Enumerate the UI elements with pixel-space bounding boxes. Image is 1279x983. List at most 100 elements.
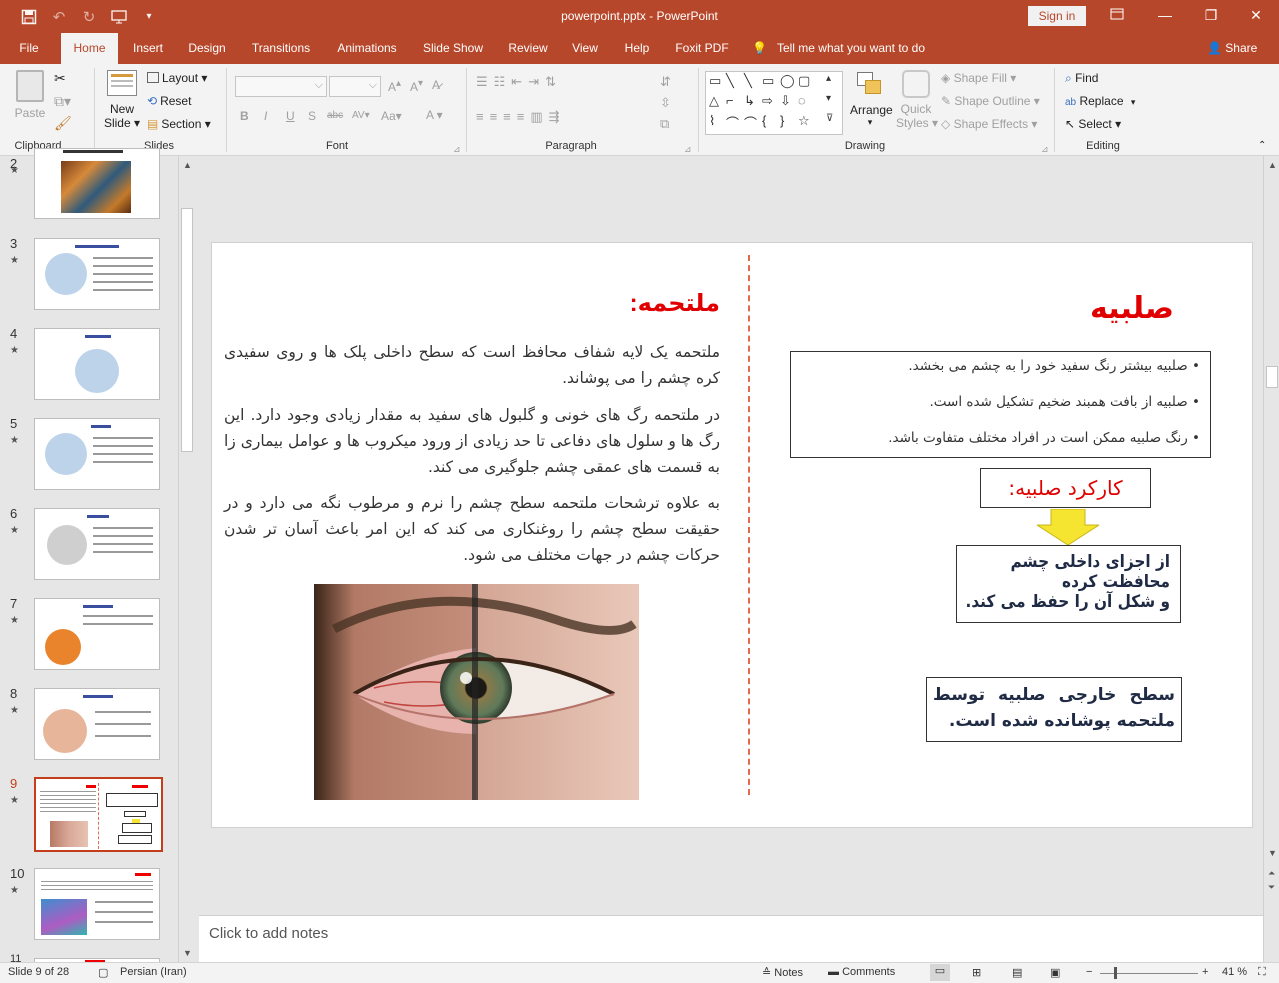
zoom-slider-thumb[interactable] [1114, 967, 1117, 979]
bullets-numbering-icons[interactable]: ☰☷⇤⇥⇅ [476, 74, 562, 90]
paragraph-dialog-launcher-icon[interactable]: ⊿ [684, 144, 692, 155]
undo-icon[interactable]: ↶ [48, 6, 70, 28]
previous-slide-icon[interactable]: ⏶ [1268, 868, 1275, 879]
format-painter-icon[interactable]: 🖌 [54, 115, 72, 132]
normal-view-icon[interactable]: ▭ [930, 964, 950, 981]
spellcheck-icon[interactable]: ▢ [98, 966, 108, 979]
shrink-font-icon[interactable]: A▾ [410, 78, 423, 94]
close-icon[interactable]: ✕ [1233, 0, 1279, 33]
minimize-icon[interactable]: — [1142, 0, 1188, 33]
slideshow-view-icon[interactable]: ▣ [1050, 966, 1060, 979]
align-text-icon[interactable]: ⇳ [660, 95, 671, 111]
slide-thumbnail-9[interactable] [34, 777, 163, 852]
font-family-combo[interactable]: ⌵ [235, 76, 327, 97]
scroll-up-icon[interactable]: ▲ [1268, 160, 1277, 170]
shape-outline-button[interactable]: ✎ Shape Outline ▾ [941, 94, 1040, 108]
slide-thumbnail-10[interactable] [34, 868, 160, 940]
tab-file[interactable]: File [8, 33, 50, 64]
editor-vertical-scrollbar[interactable]: ▲ ▼ ⏶ ⏷ [1263, 156, 1279, 962]
share-button[interactable]: 👤 Share [1207, 33, 1257, 64]
strikethrough-icon[interactable]: abc [327, 110, 343, 121]
save-icon[interactable] [18, 6, 40, 28]
slide-sorter-icon[interactable]: ⊞ [972, 966, 981, 979]
drawing-dialog-launcher-icon[interactable]: ⊿ [1041, 144, 1049, 155]
redo-icon[interactable]: ↻ [78, 6, 100, 28]
reset-button[interactable]: ⟲ Reset [147, 94, 191, 108]
ribbon-display-options-icon[interactable] [1094, 0, 1140, 33]
conjunctiva-paragraph-1[interactable]: ملتحمه یک لایه شفاف محافظ است که سطح داخ… [224, 339, 720, 391]
shapes-gallery[interactable]: ▭ ╲ ╲ ▭ ◯ ▢ △ ⌐ ↳ ⇨ ⇩ ◌ ⌇ ⌒ ⌒{} ☆ ▴ ▾ ⊽ [705, 71, 843, 135]
shape-fill-button[interactable]: ◈ Shape Fill ▾ [941, 71, 1016, 85]
font-size-combo[interactable]: ⌵ [329, 76, 381, 97]
scrollbar-thumb[interactable] [1266, 366, 1278, 388]
character-spacing-icon[interactable]: AV▾ [352, 110, 370, 121]
bold-icon[interactable]: B [240, 109, 249, 123]
underline-icon[interactable]: U [286, 109, 295, 123]
tell-me-search[interactable]: 💡 Tell me what you want to do [752, 33, 925, 64]
tab-insert[interactable]: Insert [126, 33, 170, 64]
scroll-down-icon[interactable]: ▼ [1268, 848, 1277, 858]
fit-to-window-icon[interactable]: ⛶ [1258, 966, 1266, 979]
scrollbar-thumb[interactable] [181, 208, 193, 452]
sclera-bullets-box[interactable]: • صلبیه بیشتر رنگ سفید خود را به چشم می … [790, 351, 1211, 458]
next-slide-icon[interactable]: ⏷ [1268, 882, 1275, 893]
reading-view-icon[interactable]: ▤ [1012, 966, 1022, 979]
new-slide-button[interactable]: New Slide ▾ [103, 70, 141, 130]
sclera-function-text-box[interactable]: از اجزای داخلی چشم محافظت کرده و شکل آن … [956, 545, 1181, 623]
conjunctiva-paragraph-3[interactable]: به علاوه ترشحات ملتحمه سطح چشم را نرم و … [224, 490, 720, 568]
scroll-up-icon[interactable]: ▲ [183, 160, 192, 170]
slide-canvas[interactable]: ملتحمه: ملتحمه یک لایه شفاف محافظ است که… [211, 242, 1253, 828]
thumbnail-scrollbar[interactable]: ▲ ▼ [178, 156, 194, 962]
tab-home[interactable]: Home [61, 33, 118, 64]
tab-review[interactable]: Review [503, 33, 553, 64]
text-shadow-icon[interactable]: S [308, 109, 316, 123]
font-color-icon[interactable]: A ▾ [426, 108, 443, 122]
tab-foxit-pdf[interactable]: Foxit PDF [670, 33, 734, 64]
italic-icon[interactable]: I [264, 109, 267, 123]
tab-slide-show[interactable]: Slide Show [418, 33, 488, 64]
find-button[interactable]: ⌕ Find [1065, 71, 1098, 86]
language-indicator[interactable]: Persian (Iran) [120, 966, 187, 978]
tab-animations[interactable]: Animations [330, 33, 404, 64]
slide-thumbnail-7[interactable] [34, 598, 160, 670]
notes-pane[interactable]: Click to add notes [199, 915, 1263, 962]
sclera-function-title-box[interactable]: کارکرد صلبیه: [980, 468, 1151, 508]
slide-thumbnail-3[interactable] [34, 238, 160, 310]
slide-thumbnail-5[interactable] [34, 418, 160, 490]
tab-view[interactable]: View [566, 33, 604, 64]
tab-transitions[interactable]: Transitions [246, 33, 316, 64]
conjunctiva-title[interactable]: ملتحمه: [592, 289, 720, 318]
tab-design[interactable]: Design [182, 33, 232, 64]
cut-icon[interactable]: ✂ [54, 70, 66, 87]
paste-button[interactable]: Paste [14, 70, 46, 120]
zoom-out-icon[interactable]: − [1086, 966, 1092, 978]
sclera-surface-text-box[interactable]: سطح خارجی صلبیه توسط ملتحمه پوشانده شده … [926, 677, 1182, 742]
zoom-level[interactable]: 41 % [1222, 966, 1247, 978]
slide-thumbnail-4[interactable] [34, 328, 160, 400]
slide-thumbnail-6[interactable] [34, 508, 160, 580]
arrange-button[interactable]: Arrange ▾ [850, 70, 893, 128]
tab-help[interactable]: Help [617, 33, 657, 64]
slide-thumbnail-8[interactable] [34, 688, 160, 760]
sclera-title[interactable]: صلبیه [1072, 291, 1192, 326]
customize-toolbar-icon[interactable]: ▾ [138, 6, 160, 28]
copy-icon[interactable]: ⧉▾ [54, 93, 71, 110]
alignment-icons[interactable]: ≡≡≡≡▥⇶ [476, 109, 566, 125]
change-case-icon[interactable]: Aa▾ [381, 109, 402, 123]
clear-formatting-icon[interactable]: A̷ [432, 78, 440, 92]
conjunctiva-paragraph-2[interactable]: در ملتحمه رگ های خونی و گلبول های سفید ب… [224, 402, 720, 480]
zoom-in-icon[interactable]: + [1202, 966, 1208, 978]
shape-effects-button[interactable]: ◇ Shape Effects ▾ [941, 117, 1037, 131]
layout-button[interactable]: Layout ▾ [147, 71, 207, 85]
select-button[interactable]: ↖ Select ▾ [1065, 117, 1121, 131]
notes-toggle[interactable]: ≙ Notes [762, 966, 803, 979]
smartart-icon[interactable]: ⧉ [660, 116, 669, 132]
restore-icon[interactable]: ❐ [1188, 0, 1234, 33]
slide-thumbnail-2[interactable] [34, 148, 160, 219]
collapse-ribbon-icon[interactable]: ⌃ [1258, 140, 1266, 151]
replace-button[interactable]: ab Replace ▾ [1065, 94, 1135, 108]
text-direction-icon[interactable]: ⇵ [660, 74, 671, 90]
sign-in-button[interactable]: Sign in [1028, 6, 1086, 26]
present-from-start-icon[interactable] [108, 6, 130, 28]
font-dialog-launcher-icon[interactable]: ⊿ [453, 144, 461, 155]
